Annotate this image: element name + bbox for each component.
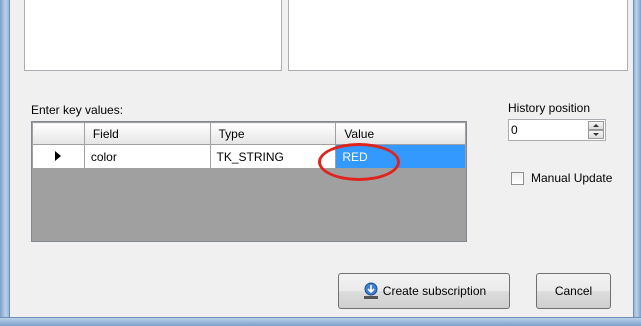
key-values-grid[interactable]: Field Type Value color TK_STRING RED — [31, 121, 467, 242]
window-frame-left — [0, 0, 10, 326]
cell-value[interactable]: RED — [335, 144, 466, 169]
window-frame-right — [633, 0, 641, 326]
column-header-field[interactable]: Field — [83, 122, 211, 145]
cell-type[interactable]: TK_STRING — [209, 144, 337, 169]
subscription-icon — [362, 282, 380, 300]
history-position-label: History position — [508, 101, 591, 115]
cancel-label: Cancel — [554, 284, 593, 298]
key-values-label: Enter key values: — [31, 103, 124, 117]
grid-corner-header — [32, 122, 85, 145]
create-subscription-button[interactable]: Create subscription — [338, 273, 510, 309]
grid-header-row: Field Type Value — [32, 122, 466, 145]
dialog-window: Enter key values: Field Type Value color… — [0, 0, 641, 326]
chevron-down-icon — [593, 133, 599, 136]
cancel-button[interactable]: Cancel — [536, 273, 611, 309]
column-header-value[interactable]: Value — [335, 122, 466, 145]
upper-left-panel — [24, 0, 282, 71]
manual-update-checkbox[interactable] — [511, 172, 524, 185]
row-header[interactable] — [32, 144, 85, 169]
upper-right-panel — [288, 0, 628, 71]
manual-update-label[interactable]: Manual Update — [531, 171, 612, 185]
row-pointer-icon — [55, 150, 62, 161]
stepper-up-button[interactable] — [588, 121, 604, 130]
history-position-input[interactable] — [511, 122, 585, 138]
table-row[interactable]: color TK_STRING RED — [32, 144, 466, 169]
history-position-stepper[interactable] — [508, 119, 606, 141]
cell-field[interactable]: color — [83, 144, 211, 169]
stepper-down-button[interactable] — [588, 130, 604, 139]
chevron-up-icon — [593, 124, 599, 127]
stepper-buttons — [588, 121, 604, 139]
column-header-type[interactable]: Type — [209, 122, 337, 145]
window-frame-bottom — [0, 317, 641, 326]
create-subscription-label: Create subscription — [382, 284, 487, 298]
